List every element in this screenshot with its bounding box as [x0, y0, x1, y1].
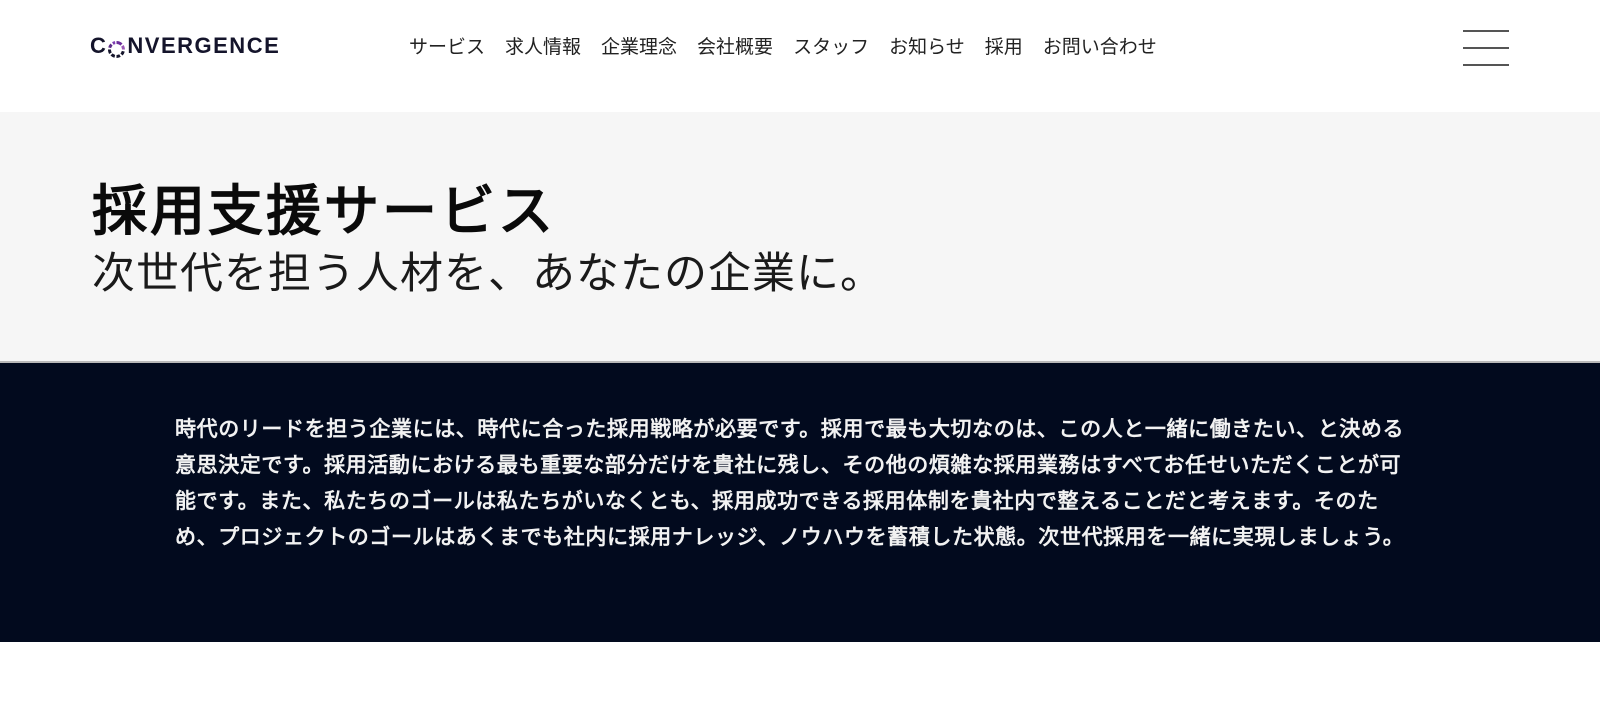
page-title: 採用支援サービス: [92, 179, 557, 243]
nav-item-services[interactable]: サービス: [409, 34, 485, 60]
intro-paragraph: 時代のリードを担う企業には、時代に合った採用戦略が必要です。採用で最も大切なのは…: [175, 417, 1405, 549]
logo-text-suffix: NVERGENCE: [127, 33, 281, 58]
blank-area: [0, 642, 1600, 704]
hamburger-menu-icon[interactable]: [1463, 29, 1509, 67]
intro-section: 時代のリードを担う企業には、時代に合った採用戦略が必要です。採用で最も大切なのは…: [0, 363, 1600, 642]
hamburger-line: [1463, 30, 1509, 32]
nav-item-contact[interactable]: お問い合わせ: [1043, 34, 1157, 60]
nav-item-staff[interactable]: スタッフ: [793, 34, 869, 60]
nav-item-news[interactable]: お知らせ: [889, 34, 965, 60]
nav-item-jobs[interactable]: 求人情報: [505, 34, 581, 60]
dashed-ring-icon: [108, 38, 126, 58]
main-nav: サービス 求人情報 企業理念 会社概要 スタッフ お知らせ 採用 お問い合わせ: [409, 34, 1177, 60]
page-subtitle: 次世代を担う人材を、あなたの企業に。: [92, 249, 884, 299]
logo-text-prefix: C: [90, 33, 108, 58]
nav-item-company[interactable]: 会社概要: [697, 34, 773, 60]
hamburger-line: [1463, 64, 1509, 66]
nav-item-recruit[interactable]: 採用: [985, 34, 1023, 60]
hamburger-line: [1463, 47, 1509, 49]
nav-item-philosophy[interactable]: 企業理念: [601, 34, 677, 60]
site-header: C NVERGENCE サービス 求人情報 企業理念 会社概要 スタッフ お知ら…: [0, 0, 1600, 112]
site-logo[interactable]: C NVERGENCE: [90, 33, 280, 59]
hero-section: 採用支援サービス 次世代を担う人材を、あなたの企業に。: [0, 112, 1600, 363]
